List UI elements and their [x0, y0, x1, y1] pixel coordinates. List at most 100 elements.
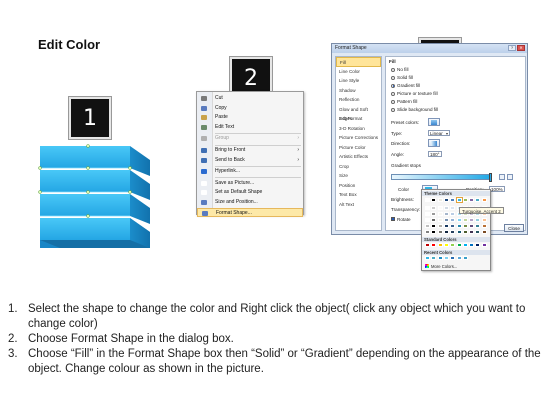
- recent-color-swatch[interactable]: [437, 256, 443, 260]
- theme-color-swatch[interactable]: [431, 224, 437, 228]
- standard-color-swatch[interactable]: [462, 243, 468, 247]
- nav-item-text-box[interactable]: Text Box: [336, 190, 381, 200]
- standard-color-swatch[interactable]: [443, 243, 449, 247]
- direction-button[interactable]: [428, 139, 440, 147]
- nav-item-shadow[interactable]: Shadow: [336, 86, 381, 96]
- theme-color-swatch[interactable]: [437, 206, 443, 210]
- theme-color-swatch[interactable]: [425, 224, 430, 228]
- recent-color-swatch[interactable]: [456, 256, 462, 260]
- theme-color-swatch[interactable]: [456, 218, 462, 222]
- theme-color-swatch[interactable]: [431, 198, 437, 202]
- radio-pattern-fill[interactable]: [391, 99, 395, 104]
- nav-item-picture-corrections[interactable]: Picture Corrections: [336, 133, 381, 143]
- theme-color-swatch[interactable]: [443, 206, 449, 210]
- recent-color-swatch[interactable]: [425, 256, 430, 260]
- position-input[interactable]: 100%: [489, 186, 505, 192]
- theme-color-swatch[interactable]: [475, 198, 481, 202]
- menu-item-size-and-position[interactable]: Size and Position...: [197, 198, 303, 207]
- preset-colors-button[interactable]: [428, 118, 440, 126]
- standard-color-swatch[interactable]: [450, 243, 456, 247]
- radio-no-fill[interactable]: [391, 67, 395, 72]
- radio-picture-or-texture-fill[interactable]: [391, 91, 395, 96]
- theme-color-swatch[interactable]: [469, 218, 475, 222]
- theme-color-swatch[interactable]: [456, 230, 462, 234]
- help-button[interactable]: ?: [508, 45, 516, 51]
- nav-item-glow-and-soft-edges[interactable]: Glow and Soft Edges: [336, 105, 381, 122]
- nav-item-reflection[interactable]: Reflection: [336, 95, 381, 105]
- nav-item-artistic-effects[interactable]: Artistic Effects: [336, 152, 381, 162]
- nav-item-line-color[interactable]: Line Color: [336, 67, 381, 77]
- menu-item-save-as-picture[interactable]: Save as Picture...: [197, 179, 303, 188]
- theme-color-swatch[interactable]: [443, 230, 449, 234]
- recent-color-swatch[interactable]: [431, 256, 437, 260]
- menu-item-send-to-back[interactable]: Send to Back ›: [197, 156, 303, 165]
- more-colors-link[interactable]: More Colors...: [431, 264, 457, 269]
- standard-color-swatch[interactable]: [481, 243, 487, 247]
- rotate-checkbox[interactable]: [391, 217, 395, 221]
- theme-color-swatch[interactable]: [450, 212, 456, 216]
- standard-color-swatch[interactable]: [475, 243, 481, 247]
- theme-color-swatch[interactable]: [437, 230, 443, 234]
- stacked-shape[interactable]: [38, 144, 158, 250]
- theme-color-swatch[interactable]: [437, 224, 443, 228]
- nav-item-alt-text[interactable]: Alt Text: [336, 200, 381, 210]
- nav-item-3-d-rotation[interactable]: 3-D Rotation: [336, 124, 381, 134]
- theme-color-swatch[interactable]: [443, 198, 449, 202]
- nav-item-picture-color[interactable]: Picture Color: [336, 143, 381, 153]
- theme-color-swatch[interactable]: [425, 218, 430, 222]
- nav-item-line-style[interactable]: Line Style: [336, 76, 381, 86]
- theme-color-swatch[interactable]: [425, 206, 430, 210]
- theme-color-swatch[interactable]: [462, 218, 468, 222]
- standard-color-swatch[interactable]: [456, 243, 462, 247]
- nav-item-position[interactable]: Position: [336, 181, 381, 191]
- close-x-button[interactable]: ✕: [517, 45, 525, 51]
- theme-color-swatch[interactable]: [437, 198, 443, 202]
- recent-color-swatch[interactable]: [443, 256, 449, 260]
- theme-color-swatch[interactable]: [450, 230, 456, 234]
- menu-item-bring-to-front[interactable]: Bring to Front ›: [197, 146, 303, 155]
- angle-input[interactable]: 180°: [428, 151, 442, 157]
- theme-color-swatch[interactable]: [469, 198, 475, 202]
- theme-color-swatch[interactable]: [431, 212, 437, 216]
- theme-color-swatch[interactable]: [450, 198, 456, 202]
- standard-color-swatch[interactable]: [469, 243, 475, 247]
- theme-color-swatch[interactable]: [462, 224, 468, 228]
- theme-color-swatch[interactable]: [462, 198, 468, 202]
- theme-color-swatch[interactable]: [469, 230, 475, 234]
- menu-item-edit-text[interactable]: Edit Text: [197, 123, 303, 132]
- add-stop-button[interactable]: [499, 174, 505, 180]
- remove-stop-button[interactable]: [507, 174, 513, 180]
- gradient-stops-bar[interactable]: [391, 174, 491, 180]
- theme-color-swatch[interactable]: [455, 197, 463, 203]
- theme-color-swatch[interactable]: [431, 218, 437, 222]
- theme-color-swatch[interactable]: [437, 218, 443, 222]
- theme-color-swatch[interactable]: [431, 230, 437, 234]
- menu-item-group[interactable]: Group ›: [197, 134, 303, 143]
- theme-color-swatch[interactable]: [481, 230, 487, 234]
- theme-color-swatch[interactable]: [456, 224, 462, 228]
- theme-color-swatch[interactable]: [450, 218, 456, 222]
- nav-item-fill[interactable]: Fill: [336, 57, 381, 67]
- recent-color-swatch[interactable]: [462, 256, 468, 260]
- menu-item-format-shape[interactable]: Format Shape...: [197, 207, 303, 217]
- theme-color-swatch[interactable]: [425, 230, 430, 234]
- menu-item-hyperlink[interactable]: Hyperlink...: [197, 167, 303, 176]
- recent-color-swatch[interactable]: [450, 256, 456, 260]
- nav-item-size[interactable]: Size: [336, 171, 381, 181]
- gradient-stop-handle[interactable]: [489, 173, 492, 182]
- menu-item-cut[interactable]: Cut: [197, 94, 303, 103]
- nav-item-crop[interactable]: Crop: [336, 162, 381, 172]
- theme-color-swatch[interactable]: [425, 198, 430, 202]
- standard-color-swatch[interactable]: [437, 243, 443, 247]
- type-select[interactable]: Linear ▾: [428, 130, 450, 136]
- theme-color-swatch[interactable]: [462, 230, 468, 234]
- menu-item-paste[interactable]: Paste: [197, 113, 303, 122]
- nav-item-3-d-format[interactable]: 3-D Format: [336, 114, 381, 124]
- menu-item-copy[interactable]: Copy: [197, 104, 303, 113]
- radio-solid-fill[interactable]: [391, 75, 395, 80]
- theme-color-swatch[interactable]: [475, 218, 481, 222]
- radio-gradient-fill[interactable]: [391, 83, 395, 88]
- theme-color-swatch[interactable]: [475, 230, 481, 234]
- theme-color-swatch[interactable]: [475, 224, 481, 228]
- theme-color-swatch[interactable]: [481, 224, 487, 228]
